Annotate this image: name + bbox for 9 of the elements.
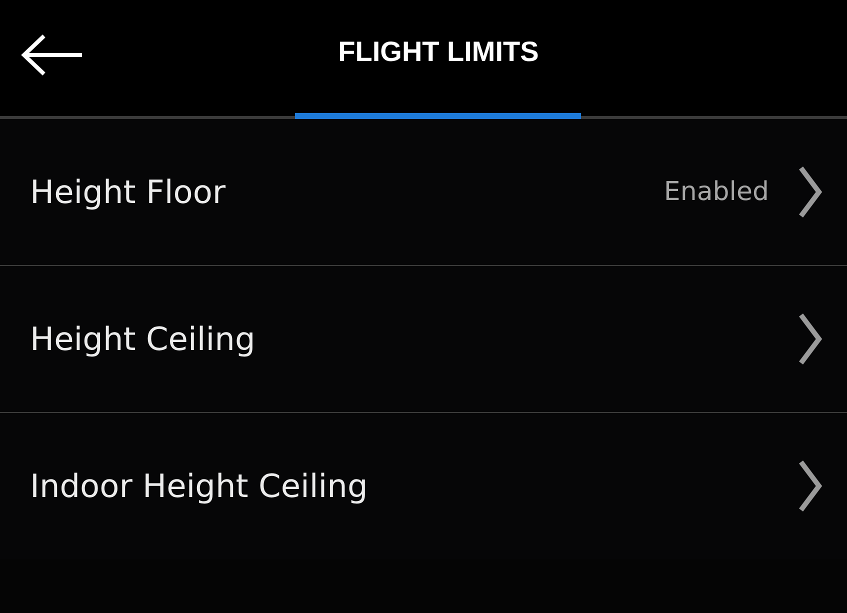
row-label: Height Floor: [30, 173, 226, 211]
page-title: FLIGHT LIMITS: [338, 36, 539, 68]
back-arrow-icon[interactable]: [20, 33, 84, 77]
chevron-icon: [797, 313, 823, 365]
row-label: Indoor Height Ceiling: [30, 467, 368, 505]
row-value: Enabled: [664, 177, 769, 207]
row-label: Height Ceiling: [30, 320, 256, 358]
chevron-icon: [797, 166, 823, 218]
chevron-icon: [797, 460, 823, 512]
